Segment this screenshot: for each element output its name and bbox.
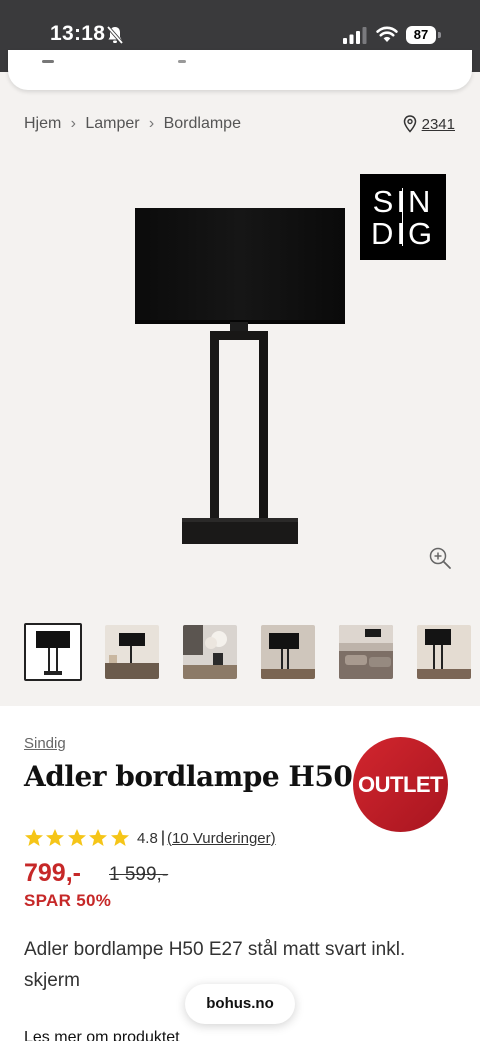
thumbnail-5-image <box>339 625 393 679</box>
thumbnail-6[interactable] <box>417 625 471 679</box>
thumbnail-1-image <box>26 625 80 679</box>
product-title: Adler bordlampe H50 <box>24 760 353 793</box>
browser-address-pill[interactable]: bohus.no <box>185 984 295 1024</box>
breadcrumb-bordlampe[interactable]: Bordlampe <box>164 115 241 133</box>
search-bar[interactable] <box>8 50 472 90</box>
star-icon <box>110 829 129 846</box>
thumbnail-strip <box>24 623 480 681</box>
thumbnail-2[interactable] <box>105 625 159 679</box>
breadcrumb-home[interactable]: Hjem <box>24 115 61 133</box>
breadcrumb: Hjem › Lamper › Bordlampe <box>24 115 241 133</box>
thumbnail-3[interactable] <box>183 625 237 679</box>
location-pin-icon <box>403 115 416 133</box>
original-price: 1 599,- <box>109 864 169 885</box>
rating-row: 4.8 | (10 Vurderinger) <box>24 828 276 848</box>
thumbnail-1[interactable] <box>24 623 82 681</box>
battery-level: 87 <box>406 26 436 44</box>
thumbnail-5[interactable] <box>339 625 393 679</box>
logo-line-1: SIN <box>372 184 434 219</box>
star-icon <box>46 829 65 846</box>
thumbnail-6-image <box>417 625 471 679</box>
rating-separator: | <box>160 829 165 846</box>
zoom-in-icon[interactable] <box>428 546 452 570</box>
star-icon <box>67 829 86 846</box>
logo-line-2: DIG <box>370 216 436 251</box>
bell-muted-icon <box>106 25 124 45</box>
star-icon <box>25 829 43 846</box>
cellular-signal-icon <box>343 27 367 44</box>
search-placeholder-fragment <box>178 60 186 63</box>
brand-link[interactable]: Sindig <box>24 735 66 752</box>
thumbnail-3-image <box>183 625 237 679</box>
store-number: 2341 <box>421 115 455 133</box>
discount-label: SPAR 50% <box>24 891 112 910</box>
battery-cap <box>438 32 441 38</box>
outlet-badge: OUTLET <box>353 737 448 832</box>
star-icon <box>89 829 108 846</box>
read-more-link[interactable]: Les mer om produktet <box>24 1029 180 1041</box>
chevron-right-icon: › <box>70 115 76 132</box>
chevron-right-icon: › <box>148 115 155 132</box>
current-price: 799,- <box>24 859 81 887</box>
thumbnail-2-image <box>105 625 159 679</box>
search-icon <box>42 60 54 63</box>
brand-logo-sindig: SIN DIG <box>360 174 446 260</box>
store-selector[interactable]: 2341 <box>403 115 455 133</box>
rating-value: 4.8 <box>136 829 158 847</box>
reviews-link[interactable]: (10 Vurderinger) <box>167 830 276 847</box>
thumbnail-4-image <box>261 625 315 679</box>
wifi-icon <box>376 26 398 42</box>
thumbnail-4[interactable] <box>261 625 315 679</box>
breadcrumb-lamper[interactable]: Lamper <box>85 115 139 133</box>
status-time: 13:18 <box>50 22 106 45</box>
